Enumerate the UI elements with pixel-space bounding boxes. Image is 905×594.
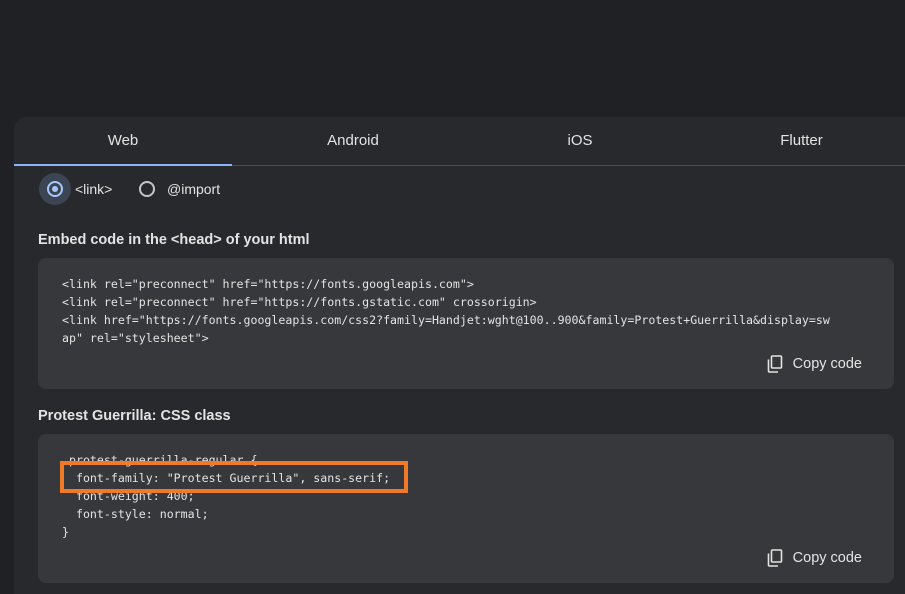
- radio-unchecked-icon: [139, 181, 155, 197]
- embed-code-line: <link rel="preconnect" href="https://fon…: [62, 295, 537, 309]
- embed-code-box: <link rel="preconnect" href="https://fon…: [38, 258, 894, 389]
- radio-link-indicator: [39, 173, 71, 205]
- radio-import[interactable]: @import: [131, 178, 220, 200]
- radio-checked-icon: [47, 181, 63, 197]
- copy-icon: [767, 355, 782, 373]
- css-code-line: font-style: normal;: [62, 507, 209, 521]
- embed-copy-button[interactable]: Copy code: [767, 353, 862, 375]
- css-code-box: .protest-guerrilla-regular { font-family…: [38, 434, 894, 583]
- tab-ios[interactable]: iOS: [474, 117, 686, 165]
- radio-import-indicator: [131, 173, 163, 205]
- font-embed-panel: Web Android iOS Flutter <link> @import E…: [14, 117, 905, 594]
- embed-code-line: <link href="https://fonts.googleapis.com…: [62, 313, 830, 327]
- radio-import-label: @import: [167, 181, 221, 197]
- embed-code-block: <link rel="preconnect" href="https://fon…: [62, 275, 830, 347]
- css-section-title: Protest Guerrilla: CSS class: [38, 408, 231, 424]
- css-copy-button[interactable]: Copy code: [767, 547, 862, 569]
- font-family-highlight-box: [60, 461, 408, 493]
- radio-link-label: <link>: [75, 181, 113, 197]
- copy-icon: [767, 549, 782, 567]
- embed-code-line: <link rel="preconnect" href="https://fon…: [62, 277, 474, 291]
- embed-copy-label: Copy code: [792, 356, 862, 372]
- embed-section-title: Embed code in the <head> of your html: [38, 232, 310, 248]
- css-copy-label: Copy code: [792, 550, 862, 566]
- tab-flutter[interactable]: Flutter: [686, 117, 905, 165]
- embed-code-line: ap" rel="stylesheet">: [62, 331, 209, 345]
- platform-tabs: Web Android iOS Flutter: [14, 117, 905, 166]
- css-code-line: }: [62, 525, 69, 539]
- tab-web[interactable]: Web: [14, 117, 232, 166]
- tab-android[interactable]: Android: [232, 117, 474, 165]
- radio-link[interactable]: <link>: [39, 173, 113, 205]
